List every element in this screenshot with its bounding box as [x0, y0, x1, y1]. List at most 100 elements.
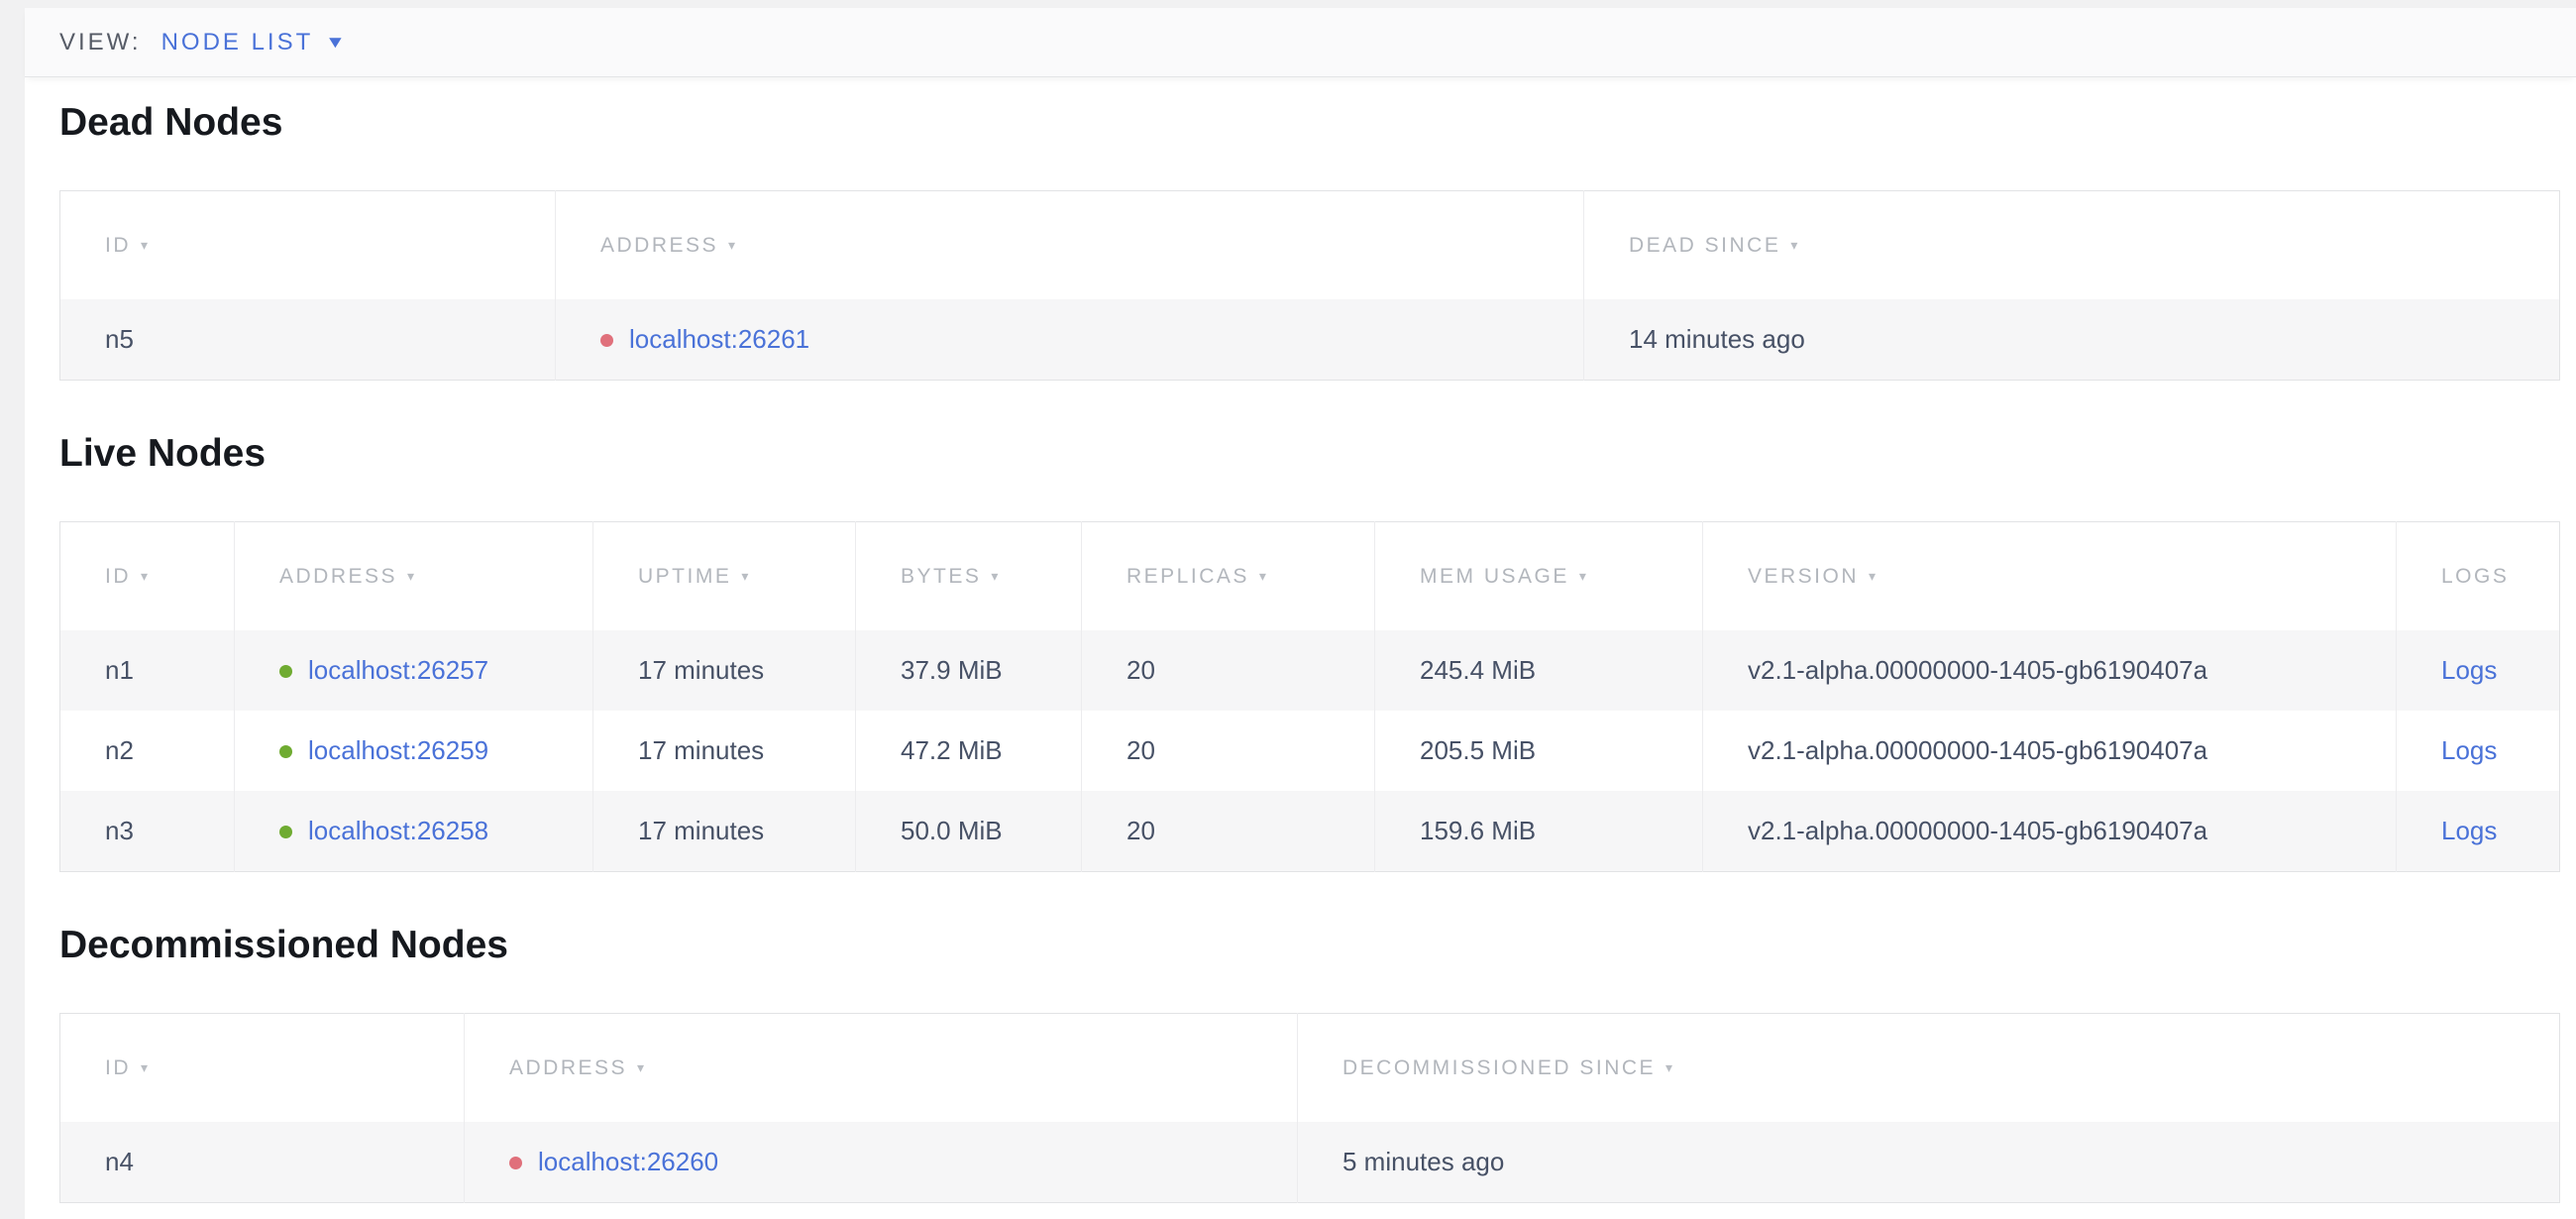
- column-header-uptime[interactable]: UPTIME ▾: [593, 522, 856, 631]
- dead-status-dot-icon: [509, 1157, 522, 1169]
- cell-text: v2.1-alpha.00000000-1405-gb6190407a: [1748, 655, 2207, 685]
- section-title-dead-nodes: Dead Nodes: [59, 101, 2576, 145]
- column-label: REPLICAS: [1127, 565, 1249, 588]
- cell-text: 47.2 MiB: [901, 735, 1003, 765]
- cell-mem_usage: 159.6 MiB: [1375, 791, 1703, 872]
- cell-text: n5: [105, 324, 134, 354]
- column-header-id[interactable]: ID▾: [60, 191, 556, 300]
- column-header-address[interactable]: ADDRESS ▾: [235, 522, 593, 631]
- table-row: n1 localhost:26257 17 minutes 37.9 MiB 20 245…: [60, 630, 2560, 711]
- table-row: n5 localhost:26261 14 minutes ago: [60, 299, 2560, 381]
- cell-bytes: 50.0 MiB: [856, 791, 1082, 872]
- cell-logs: Logs: [2397, 630, 2560, 711]
- cell-text: 14 minutes ago: [1629, 324, 1805, 354]
- cell-address: localhost:26260: [465, 1122, 1298, 1203]
- column-header-logs: LOGS: [2397, 522, 2560, 631]
- cell-address: localhost:26258: [235, 791, 593, 872]
- address-link[interactable]: localhost:26261: [629, 324, 809, 354]
- column-label: DEAD SINCE: [1629, 234, 1780, 257]
- sort-arrow-icon: ▾: [741, 568, 751, 584]
- cell-text: 37.9 MiB: [901, 655, 1003, 685]
- live-status-dot-icon: [279, 665, 292, 678]
- cell-version: v2.1-alpha.00000000-1405-gb6190407a: [1703, 791, 2397, 872]
- column-header-id[interactable]: ID ▾: [60, 522, 235, 631]
- column-header-address[interactable]: ADDRESS▾: [556, 191, 1584, 300]
- column-header-replicas[interactable]: REPLICAS▾: [1082, 522, 1375, 631]
- cell-uptime: 17 minutes: [593, 630, 856, 711]
- column-header-dead_since[interactable]: DEAD SINCE▾: [1584, 191, 2560, 300]
- header-row: ID ▾ ADDRESS▾DECOMMISSIONED SINCE▾: [60, 1014, 2560, 1123]
- header-row: ID▾ADDRESS▾UPTIME▾BYTES▾REPLICAS▾MEM USA…: [60, 522, 2560, 631]
- view-selector-dropdown[interactable]: NODE LIST ▼: [161, 29, 345, 56]
- cell-text: n2: [105, 735, 134, 765]
- cell-text: n1: [105, 655, 134, 685]
- table-row: n2 localhost:26259 17 minutes 47.2 MiB 20 205…: [60, 711, 2560, 791]
- address-link[interactable]: localhost:26258: [308, 816, 488, 845]
- sort-arrow-icon: ▾: [141, 568, 151, 584]
- sort-arrow-icon: ▾: [141, 1059, 151, 1075]
- cell-logs: Logs: [2397, 711, 2560, 791]
- address-link[interactable]: localhost:26259: [308, 735, 488, 765]
- cell-text: n4: [105, 1147, 134, 1176]
- cell-text: 17 minutes: [638, 655, 764, 685]
- column-label: ADDRESS: [509, 1056, 627, 1079]
- table-row: n4 localhost:26260 5 minutes ago: [60, 1122, 2560, 1203]
- cell-replicas: 20: [1082, 630, 1375, 711]
- cell-dead_since: 14 minutes ago: [1584, 299, 2560, 381]
- column-header-decommissioned_since[interactable]: DECOMMISSIONED SINCE▾: [1298, 1014, 2560, 1123]
- cell-address: localhost:26261: [556, 299, 1584, 381]
- cell-text: 20: [1127, 655, 1155, 685]
- sort-arrow-icon: ▾: [407, 568, 417, 584]
- cell-text: 17 minutes: [638, 735, 764, 765]
- sort-arrow-icon: ▾: [728, 237, 738, 253]
- column-header-id[interactable]: ID ▾: [60, 1014, 465, 1123]
- table-live-nodes: ID▾ADDRESS▾UPTIME▾BYTES▾REPLICAS▾MEM USA…: [59, 521, 2560, 872]
- cell-text: v2.1-alpha.00000000-1405-gb6190407a: [1748, 735, 2207, 765]
- table-decommissioned-nodes: ID ▾ ADDRESS▾DECOMMISSIONED SINCE▾ n4 localh…: [59, 1013, 2560, 1203]
- cell-id: n4: [60, 1122, 465, 1203]
- address-link[interactable]: localhost:26260: [538, 1147, 718, 1176]
- column-label: LOGS: [2441, 565, 2509, 588]
- logs-link[interactable]: Logs: [2441, 816, 2497, 845]
- table-row: n3 localhost:26258 17 minutes 50.0 MiB 20 159…: [60, 791, 2560, 872]
- column-label: BYTES: [901, 565, 981, 588]
- logs-link[interactable]: Logs: [2441, 735, 2497, 765]
- section-live-nodes: Live NodesID▾ADDRESS▾UPTIME▾BYTES▾REPLIC…: [59, 432, 2576, 872]
- section-title-decommissioned-nodes: Decommissioned Nodes: [59, 924, 2576, 967]
- sort-arrow-icon: ▾: [1579, 568, 1589, 584]
- cell-text: n3: [105, 816, 134, 845]
- live-status-dot-icon: [279, 745, 292, 758]
- address-link[interactable]: localhost:26257: [308, 655, 488, 685]
- table-dead-nodes: ID▾ADDRESS▾DEAD SINCE▾n5localhost:262611…: [59, 190, 2560, 381]
- cell-id: n5: [60, 299, 556, 381]
- cell-address: localhost:26257: [235, 630, 593, 711]
- column-header-address[interactable]: ADDRESS▾: [465, 1014, 1298, 1123]
- view-selected-value: NODE LIST: [161, 29, 314, 56]
- cell-uptime: 17 minutes: [593, 791, 856, 872]
- cell-version: v2.1-alpha.00000000-1405-gb6190407a: [1703, 711, 2397, 791]
- cell-text: 20: [1127, 816, 1155, 845]
- column-label: ID: [105, 565, 131, 588]
- column-header-version[interactable]: VERSION▾: [1703, 522, 2397, 631]
- sort-arrow-icon: ▾: [1869, 568, 1878, 584]
- sort-arrow-icon: ▾: [141, 237, 151, 253]
- column-label: ID: [105, 1056, 131, 1079]
- cell-text: 5 minutes ago: [1342, 1147, 1504, 1176]
- cell-text: 245.4 MiB: [1420, 655, 1536, 685]
- cell-replicas: 20: [1082, 711, 1375, 791]
- sort-arrow-icon: ▾: [991, 568, 1001, 584]
- cell-text: 50.0 MiB: [901, 816, 1003, 845]
- column-header-mem_usage[interactable]: MEM USAGE▾: [1375, 522, 1703, 631]
- cell-text: 205.5 MiB: [1420, 735, 1536, 765]
- cell-text: v2.1-alpha.00000000-1405-gb6190407a: [1748, 816, 2207, 845]
- view-bar: VIEW: NODE LIST ▼: [25, 8, 2576, 77]
- column-header-bytes[interactable]: BYTES ▾: [856, 522, 1082, 631]
- chevron-down-icon: ▼: [325, 34, 346, 51]
- column-label: UPTIME: [638, 565, 731, 588]
- section-decommissioned-nodes: Decommissioned Nodes ID ▾ ADDRESS▾DECOMMISS…: [59, 924, 2576, 1203]
- cell-bytes: 47.2 MiB: [856, 711, 1082, 791]
- cell-replicas: 20: [1082, 791, 1375, 872]
- cell-text: 17 minutes: [638, 816, 764, 845]
- column-label: ADDRESS: [279, 565, 397, 588]
- logs-link[interactable]: Logs: [2441, 655, 2497, 685]
